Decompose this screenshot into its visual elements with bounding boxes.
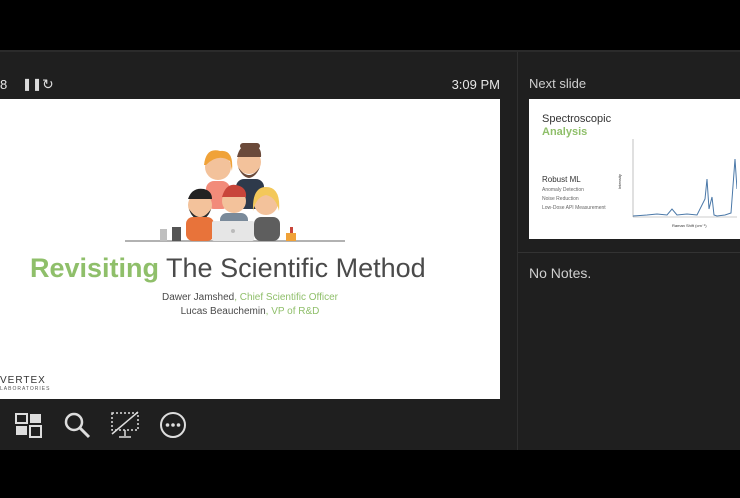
next-title-line2: Analysis — [542, 126, 588, 138]
author-role: , VP of R&D — [265, 306, 320, 317]
author-role: , Chief Scientific Officer — [234, 292, 338, 303]
pause-icon[interactable]: ❚❚ — [22, 77, 42, 91]
slide-tools — [0, 402, 510, 448]
title-accent: Revisiting — [30, 253, 160, 283]
author-line: Dawer Jamshed, Chief Scientific Officer — [0, 291, 500, 305]
x-axis-label: Raman Shift (cm⁻¹) — [672, 223, 707, 228]
more-icon — [160, 412, 186, 438]
spectrum-chart: Intensity Raman Shift (cm⁻¹) — [617, 139, 737, 228]
next-heading: Robust ML — [542, 175, 581, 184]
elapsed-timer: 8 — [0, 77, 8, 92]
next-bullet: Low-Dose API Measurement — [542, 205, 606, 211]
next-slide-label: Next slide — [529, 76, 587, 91]
clock: 3:09 PM — [451, 77, 500, 92]
zoom-button[interactable] — [62, 410, 92, 440]
author-name: Lucas Beauchemin — [180, 306, 266, 317]
presenter-toolbar: 8 ❚❚ ↻ 3:09 PM — [0, 74, 510, 96]
company-logo-sub: LABORATORIES — [0, 386, 51, 392]
see-all-slides-button[interactable] — [14, 410, 44, 440]
speaker-notes: No Notes. — [529, 265, 592, 281]
slide-title: Revisiting The Scientific Method — [30, 253, 426, 284]
next-slide-thumbnail[interactable]: Spectroscopic Analysis Robust ML Anomaly… — [529, 99, 740, 239]
screen-off-icon — [111, 411, 139, 438]
slides-grid-icon — [15, 413, 42, 438]
next-bullet: Anomaly Detection — [542, 187, 584, 193]
team-illustration — [125, 143, 345, 242]
y-axis-label: Intensity — [617, 174, 622, 189]
spectrum-line — [632, 158, 737, 217]
author-name: Dawer Jamshed — [161, 292, 235, 303]
magnifier-icon — [64, 412, 91, 439]
more-options-button[interactable] — [158, 410, 188, 440]
next-bullet: Noise Reduction — [542, 196, 579, 202]
company-logo: VERTEX — [0, 375, 46, 386]
notes-separator — [518, 252, 740, 253]
authors: Dawer Jamshed, Chief Scientific Officer … — [0, 291, 500, 319]
panel-divider[interactable] — [517, 52, 518, 450]
next-title-line1: Spectroscopic — [542, 113, 612, 125]
presenter-view: 8 ❚❚ ↻ 3:09 PM Revisiting The Scientific… — [0, 50, 740, 450]
current-slide[interactable]: Revisiting The Scientific Method Dawer J… — [0, 99, 500, 399]
restart-icon[interactable]: ↻ — [42, 76, 54, 93]
title-rest: The Scientific Method — [159, 253, 426, 283]
author-line: Lucas Beauchemin, VP of R&D — [0, 305, 500, 319]
black-screen-button[interactable] — [110, 410, 140, 440]
